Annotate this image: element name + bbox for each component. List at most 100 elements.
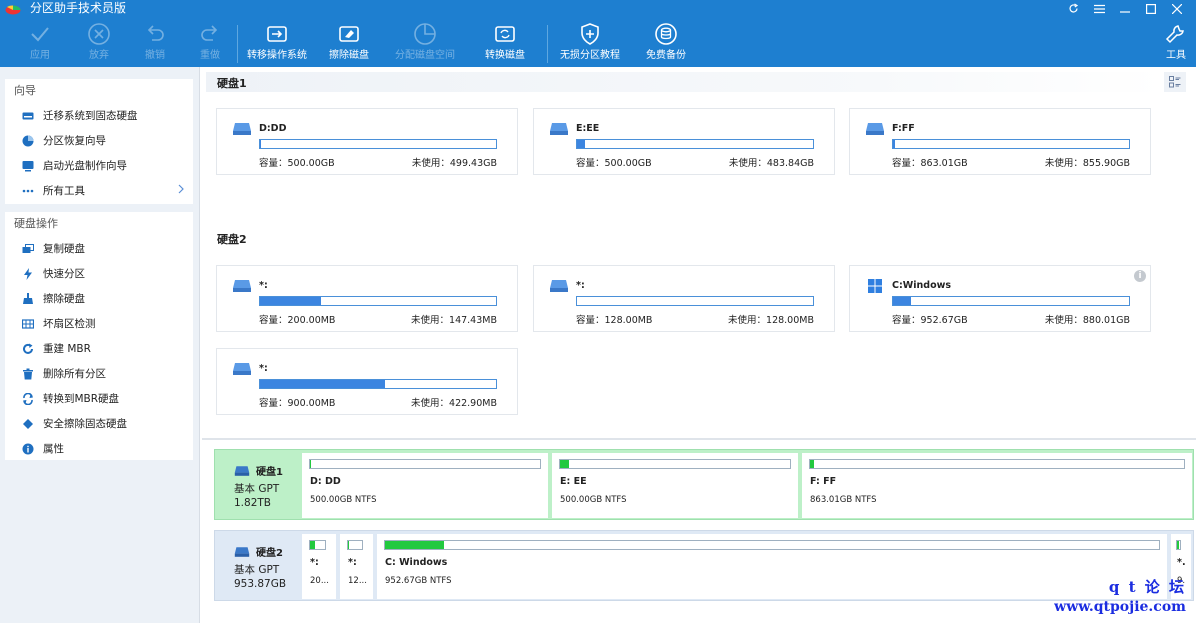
sidebar-item-quick-partition[interactable]: 快速分区 (5, 261, 193, 286)
partition-block[interactable]: *: 12... (340, 534, 373, 599)
watermark-url: www.qtpojie.com (1054, 599, 1186, 615)
migrate-disk-icon (22, 110, 34, 122)
info-icon (22, 443, 34, 455)
close-button[interactable] (1164, 0, 1190, 17)
disk1-map-row[interactable]: 硬盘1 基本 GPT 1.82TB D: DD 500.00GB NTFS E:… (214, 449, 1194, 520)
partition-block[interactable]: D: DD 500.00GB NTFS (302, 453, 548, 518)
wrench-icon (1165, 25, 1184, 44)
pane-splitter[interactable] (202, 438, 1196, 440)
partition-name: C: Windows (385, 557, 448, 568)
partition-name: F:FF (892, 123, 915, 134)
capacity-text: 容量：863.01GB (892, 158, 968, 169)
sidebar-item-copy-disk[interactable]: 复制硬盘 (5, 236, 193, 261)
usage-bar (1176, 540, 1181, 550)
discard-icon (88, 23, 110, 45)
sidebar-item-convert-mbr[interactable]: 转换到MBR硬盘 (5, 386, 193, 411)
partition-name: *: (310, 557, 319, 568)
usage-fill (385, 541, 444, 549)
partition-name: E:EE (576, 123, 600, 134)
partition-card[interactable]: *: 容量：128.00MB 未使用：128.00MB (533, 265, 835, 332)
convert-disk-icon (495, 26, 515, 42)
lossless-tutorial-label: 无损分区教程 (560, 50, 620, 61)
disk2-heading: 硬盘2 (217, 233, 247, 246)
drive-icon (234, 465, 250, 476)
partition-card[interactable]: *: 容量：200.00MB 未使用：147.43MB (216, 265, 518, 332)
partition-card[interactable]: D:DD 容量：500.00GB 未使用：499.43GB (216, 108, 518, 175)
partition-card[interactable]: C:Windows 容量：952.67GB 未使用：880.01GB i (849, 265, 1151, 332)
recovery-pie-icon (22, 135, 34, 147)
sidebar-item-rebuild-mbr[interactable]: 重建 MBR (5, 336, 193, 361)
minimize-button[interactable] (1112, 0, 1138, 17)
partition-card[interactable]: *: 容量：900.00MB 未使用：422.90MB (216, 348, 518, 415)
app-title: 分区助手技术员版 (30, 1, 127, 15)
unused-text: 未使用：147.43MB (411, 315, 497, 326)
undo-button[interactable]: 撤销 (142, 21, 168, 65)
usage-fill (260, 380, 386, 388)
discard-button[interactable]: 放弃 (86, 21, 112, 65)
convert-icon (22, 392, 34, 405)
sidebar-item-label: 转换到MBR硬盘 (43, 393, 120, 405)
sidebar-item-secure-erase-ssd[interactable]: 安全擦除固态硬盘 (5, 411, 193, 436)
usage-bar (384, 540, 1160, 550)
disk1-heading: 硬盘1 (217, 77, 247, 90)
sidebar-item-delete-all[interactable]: 删除所有分区 (5, 361, 193, 386)
drive-icon (233, 280, 251, 292)
refresh-button[interactable] (1060, 0, 1086, 17)
shield-icon (581, 23, 599, 45)
partition-block[interactable]: *: 20... (302, 534, 336, 599)
apply-button[interactable]: 应用 (27, 21, 53, 65)
unused-text: 未使用：483.84GB (728, 158, 814, 169)
usage-bar (576, 296, 814, 306)
sector-check-icon (22, 318, 34, 330)
partition-block[interactable]: F: FF 863.01GB NTFS (802, 453, 1192, 518)
drive-icon (233, 123, 251, 135)
partition-card[interactable]: F:FF 容量：863.01GB 未使用：855.90GB (849, 108, 1151, 175)
tools-button[interactable]: 工具 (1163, 21, 1189, 65)
menu-button[interactable] (1086, 0, 1112, 17)
trash-icon (22, 368, 34, 380)
sidebar-item-boot-cd[interactable]: 启动光盘制作向导 (5, 153, 193, 178)
sidebar-item-label: 迁移系统到固态硬盘 (43, 110, 138, 122)
partition-block[interactable]: E: EE 500.00GB NTFS (552, 453, 798, 518)
wipe-disk-label: 擦除磁盘 (329, 50, 369, 61)
view-toggle-button[interactable] (1164, 72, 1186, 92)
partition-card[interactable]: E:EE 容量：500.00GB 未使用：483.84GB (533, 108, 835, 175)
sidebar-item-label: 启动光盘制作向导 (43, 160, 127, 172)
maximize-button[interactable] (1138, 0, 1164, 17)
undo-label: 撤销 (145, 50, 165, 61)
lightning-icon (22, 267, 34, 280)
info-badge-icon[interactable]: i (1134, 270, 1146, 282)
migrate-os-button[interactable]: 转移操作系统 (247, 21, 307, 65)
usage-bar (309, 459, 541, 469)
unused-text: 未使用：128.00MB (728, 315, 814, 326)
wipe-icon (22, 292, 34, 305)
allocate-space-button[interactable]: 分配磁盘空间 (395, 21, 455, 65)
convert-disk-button[interactable]: 转换磁盘 (485, 21, 525, 65)
toolbar-separator (547, 25, 548, 63)
free-backup-button[interactable]: 免费备份 (646, 21, 686, 65)
sidebar-item-all-tools[interactable]: 所有工具 (5, 178, 193, 203)
usage-fill (260, 297, 322, 305)
sidebar-item-properties[interactable]: 属性 (5, 436, 193, 461)
sidebar-item-partition-recovery[interactable]: 分区恢复向导 (5, 128, 193, 153)
wipe-disk-button[interactable]: 擦除磁盘 (329, 21, 369, 65)
sidebar-item-label: 属性 (43, 443, 64, 455)
tools-label: 工具 (1166, 50, 1186, 61)
list-view-icon (1169, 76, 1181, 88)
lossless-tutorial-button[interactable]: 无损分区教程 (560, 21, 620, 65)
sidebar-item-migrate-ssd[interactable]: 迁移系统到固态硬盘 (5, 103, 193, 128)
title-bar: 分区助手技术员版 (0, 0, 1196, 17)
boot-cd-icon (22, 160, 34, 172)
capacity-text: 容量：500.00GB (259, 158, 335, 169)
sidebar-item-wipe-disk[interactable]: 擦除硬盘 (5, 286, 193, 311)
sidebar-item-bad-sector-check[interactable]: 坏扇区检测 (5, 311, 193, 336)
usage-fill (577, 140, 585, 148)
disk2-map-row[interactable]: 硬盘2 基本 GPT 953.87GB *: 20... *: 12... C:… (214, 530, 1194, 601)
wizard-panel: 向导 迁移系统到固态硬盘 分区恢复向导 启动光盘制作向导 所有工具 (5, 79, 193, 204)
minimize-icon (1120, 10, 1130, 13)
redo-button[interactable]: 重做 (197, 21, 223, 65)
usage-bar (259, 296, 497, 306)
close-icon (1172, 3, 1182, 14)
free-backup-label: 免费备份 (646, 50, 686, 61)
partition-block[interactable]: C: Windows 952.67GB NTFS (377, 534, 1167, 599)
